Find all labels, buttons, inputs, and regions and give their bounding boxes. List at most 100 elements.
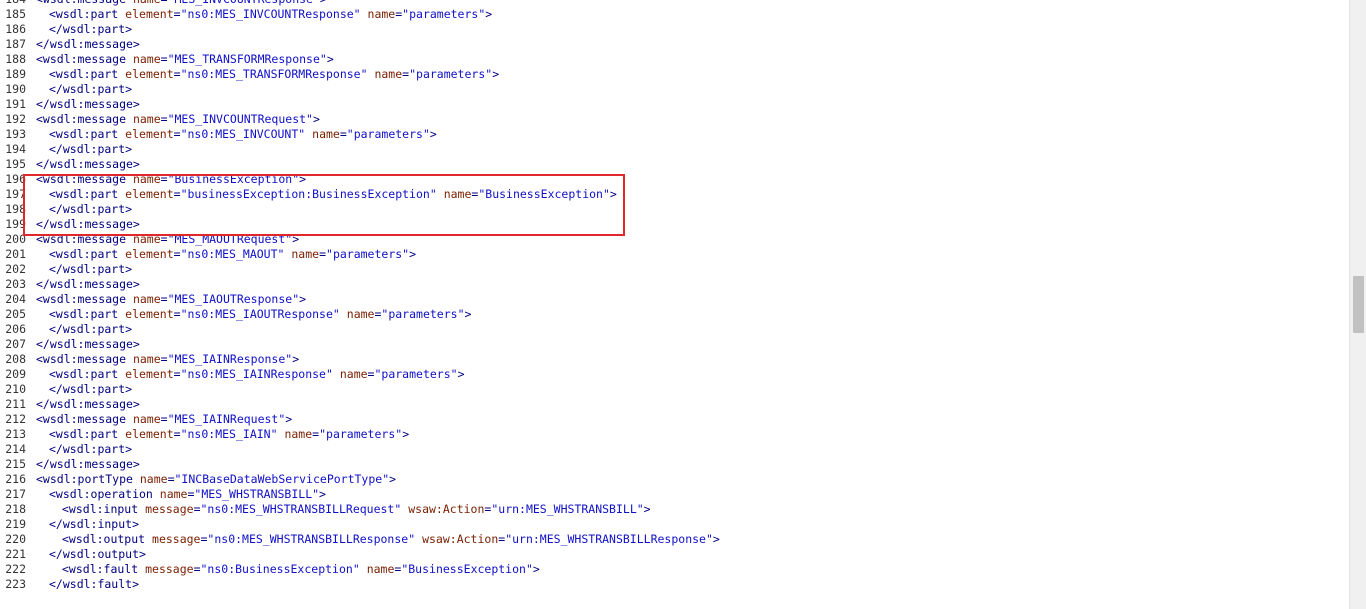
xml-tag: </wsdl:message> <box>36 457 140 471</box>
xml-tag: </wsdl:message> <box>36 277 140 291</box>
source-line: 205 <wsdl:part element="ns0:MES_IAOUTResp… <box>0 307 1349 322</box>
line-code: </wsdl:message> <box>36 37 140 52</box>
source-line: 186 </wsdl:part> <box>0 22 1349 37</box>
xml-tag: <wsdl:message <box>36 352 133 366</box>
xml-attribute: name <box>132 172 161 186</box>
line-number: 221 <box>5 547 26 561</box>
xml-tag: > <box>319 487 326 501</box>
line-code: <wsdl:part element="ns0:MES_IAOUTRespons… <box>49 307 471 322</box>
line-code: <wsdl:part element="ns0:MES_MAOUT" name=… <box>49 247 416 262</box>
xml-value: "parameters" <box>409 67 493 81</box>
source-line: 220 <wsdl:output message="ns0:MES_WHSTRAN… <box>0 532 1349 547</box>
xml-value: "ns0:MES_INVCOUNTResponse" <box>180 7 361 21</box>
xml-value: "ns0:MES_TRANSFORMResponse" <box>180 67 368 81</box>
line-number: 201 <box>5 247 26 261</box>
xml-value: "MES_INVCOUNTResponse" <box>168 0 320 6</box>
line-code: </wsdl:message> <box>36 217 140 232</box>
xml-attribute: name <box>443 187 472 201</box>
source-line: 203 </wsdl:message> <box>0 277 1349 292</box>
xml-tag: <wsdl:message <box>36 172 133 186</box>
xml-value: "parameters" <box>319 427 403 441</box>
scrollbar-thumb[interactable] <box>1353 276 1364 333</box>
xml-tag: > <box>532 562 540 576</box>
xml-tag: = <box>160 412 168 426</box>
line-code: </wsdl:fault> <box>49 577 139 592</box>
xml-tag <box>333 367 340 381</box>
line-number: 219 <box>5 517 26 531</box>
line-code: <wsdl:fault message="ns0:BusinessExcepti… <box>62 562 540 577</box>
line-code: </wsdl:message> <box>36 397 140 412</box>
xml-tag: <wsdl:part <box>49 127 126 141</box>
xml-value: "parameters" <box>346 127 430 141</box>
line-number: 185 <box>5 7 26 21</box>
xml-tag: = <box>339 127 347 141</box>
xml-tag: </wsdl:output> <box>49 547 146 561</box>
xml-attribute: name <box>291 247 320 261</box>
xml-tag: <wsdl:portType <box>36 472 140 486</box>
line-code: </wsdl:message> <box>36 457 140 472</box>
line-code: </wsdl:part> <box>49 202 132 217</box>
line-number: 207 <box>5 337 26 351</box>
line-number: 214 <box>5 442 26 456</box>
line-code: </wsdl:message> <box>36 97 140 112</box>
xml-attribute: element <box>125 67 174 81</box>
line-code: </wsdl:part> <box>49 142 132 157</box>
line-code: <wsdl:part element="ns0:MES_IAIN" name="… <box>49 427 409 442</box>
xml-attribute: name <box>132 412 161 426</box>
xml-value: "ns0:MES_WHSTRANSBILLRequest" <box>200 502 402 516</box>
xml-tag: > <box>320 0 327 6</box>
xml-tag: = <box>160 352 168 366</box>
source-line: 201 <wsdl:part element="ns0:MES_MAOUT" na… <box>0 247 1349 262</box>
xml-tag: > <box>485 7 493 21</box>
line-code: <wsdl:part element="ns0:MES_INVCOUNTResp… <box>49 7 492 22</box>
xml-value: "ns0:BusinessException" <box>200 562 360 576</box>
line-number: 206 <box>5 322 26 336</box>
line-code: <wsdl:portType name="INCBaseDataWebServi… <box>36 472 396 487</box>
xml-attribute: name <box>284 427 313 441</box>
xml-tag: <wsdl:message <box>36 412 133 426</box>
xml-attribute: name <box>339 367 368 381</box>
line-number: 198 <box>5 202 26 216</box>
xml-attribute: element <box>125 427 174 441</box>
line-number: 187 <box>5 37 26 51</box>
line-number: 213 <box>5 427 26 441</box>
xml-tag: <wsdl:message <box>36 232 133 246</box>
line-number: 200 <box>5 232 26 246</box>
vertical-scrollbar[interactable] <box>1349 0 1366 609</box>
line-code: <wsdl:message name="MES_INVCOUNTRequest"… <box>36 112 320 127</box>
line-code: <wsdl:part element="businessException:Bu… <box>49 187 617 202</box>
xml-attribute: element <box>125 247 174 261</box>
xml-tag: > <box>402 427 410 441</box>
line-number: 222 <box>5 562 26 576</box>
line-number: 195 <box>5 157 26 171</box>
xml-tag: = <box>167 472 175 486</box>
xml-tag: </wsdl:part> <box>49 202 133 216</box>
line-number: 223 <box>5 577 26 591</box>
xml-tag: = <box>193 562 201 576</box>
xml-tag: = <box>173 187 181 201</box>
line-number: 212 <box>5 412 26 426</box>
xml-tag: > <box>326 52 334 66</box>
xml-tag: </wsdl:message> <box>36 337 140 351</box>
xml-value: "ns0:MES_IAINResponse" <box>180 367 333 381</box>
xml-attribute: name <box>346 307 375 321</box>
line-code: <wsdl:part element="ns0:MES_TRANSFORMRes… <box>49 67 499 82</box>
xml-tag: </wsdl:part> <box>49 382 133 396</box>
source-line: 188 <wsdl:message name="MES_TRANSFORMResp… <box>0 52 1349 67</box>
xml-value: "parameters" <box>374 367 458 381</box>
xml-attribute: message <box>152 532 201 546</box>
source-line: 208 <wsdl:message name="MES_IAINResponse"… <box>0 352 1349 367</box>
line-number: 184 <box>0 0 26 7</box>
xml-tag: <wsdl:message <box>36 292 133 306</box>
xml-tag: <wsdl:part <box>49 7 126 21</box>
xml-attribute: name <box>374 67 403 81</box>
line-number: 202 <box>5 262 26 276</box>
xml-tag: > <box>292 232 300 246</box>
xml-attribute: name <box>159 487 188 501</box>
line-code: </wsdl:message> <box>36 337 140 352</box>
xml-value: "ns0:MES_WHSTRANSBILLResponse" <box>207 532 416 546</box>
line-code: </wsdl:message> <box>36 157 140 172</box>
xml-tag: > <box>429 127 437 141</box>
xml-tag: </wsdl:part> <box>49 322 133 336</box>
line-number: 193 <box>5 127 26 141</box>
